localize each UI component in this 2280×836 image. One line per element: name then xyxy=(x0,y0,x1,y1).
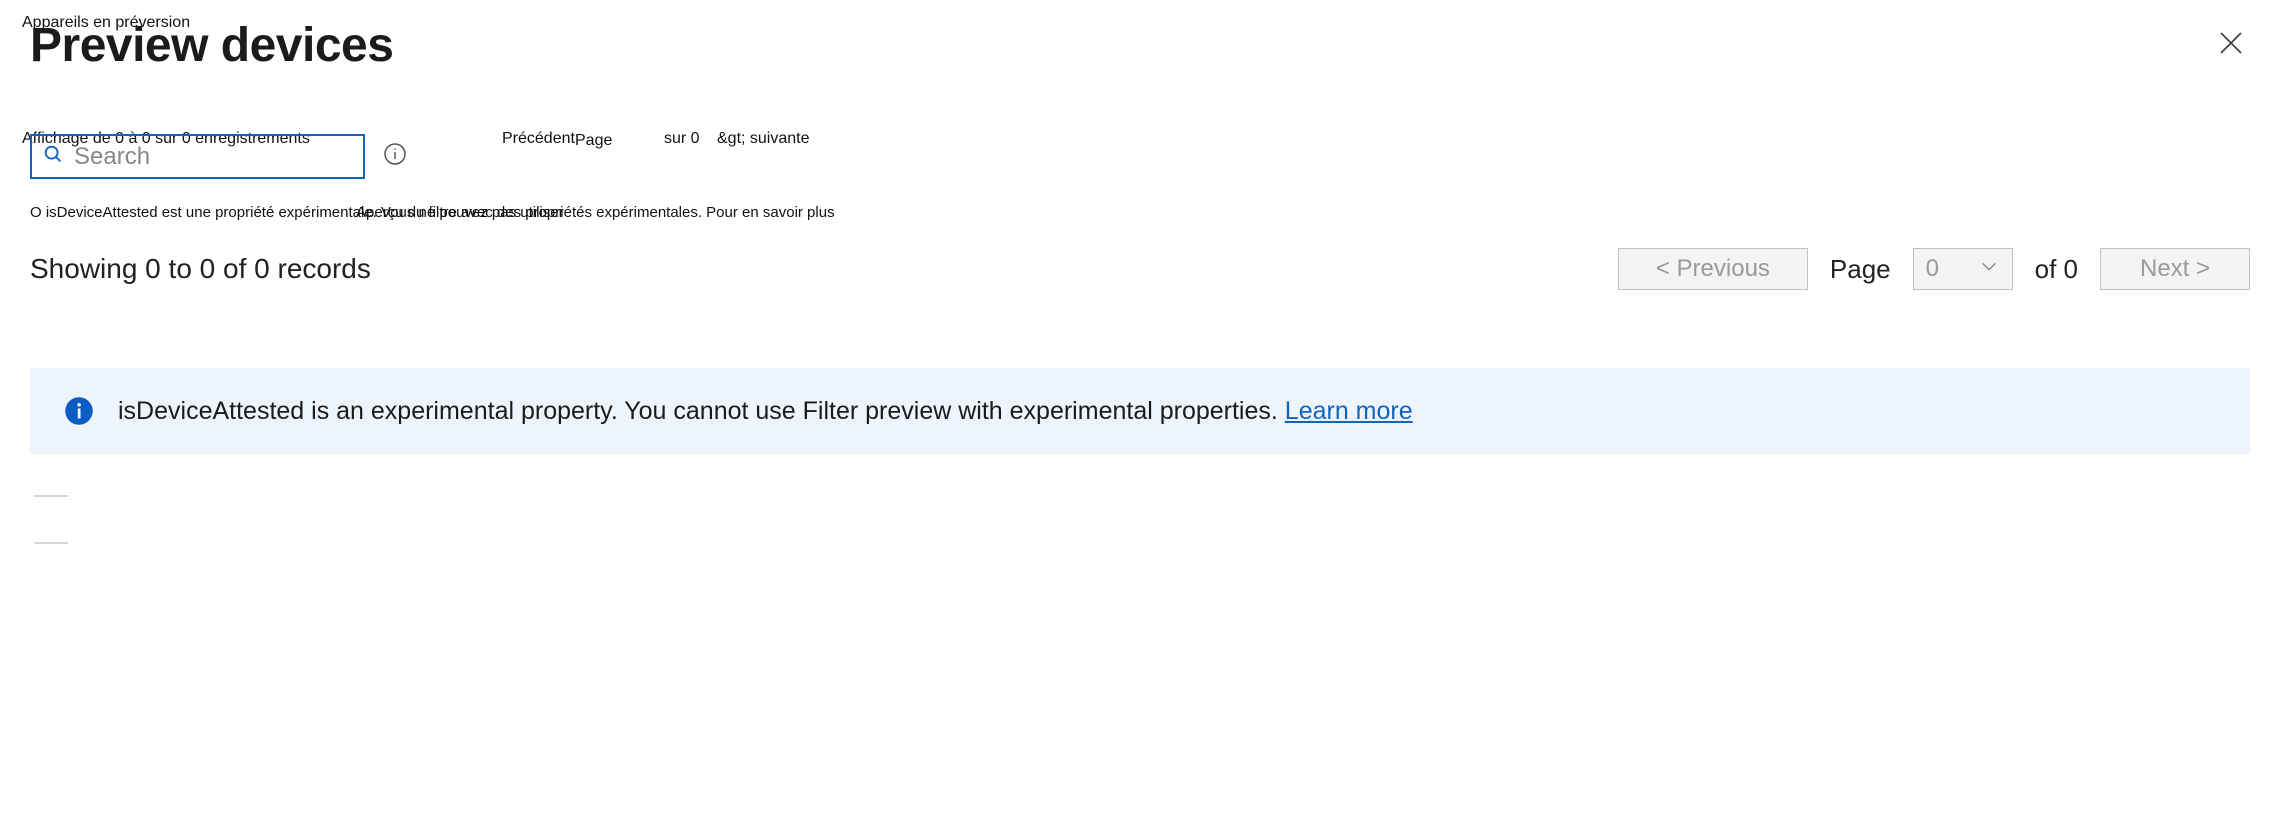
previous-button[interactable]: < Previous xyxy=(1618,248,1808,290)
page-select-value: 0 xyxy=(1926,255,1939,283)
info-banner: isDeviceAttested is an experimental prop… xyxy=(30,368,2250,454)
fr-next-annotation: &gt; suivante xyxy=(717,130,810,148)
info-icon[interactable] xyxy=(383,142,407,171)
page-title: Preview devices xyxy=(30,18,393,73)
records-count: Showing 0 to 0 of 0 records xyxy=(30,253,371,285)
page-label: Page xyxy=(1830,254,1891,285)
info-filled-icon xyxy=(64,396,94,426)
banner-text-wrap: isDeviceAttested is an experimental prop… xyxy=(118,397,1413,426)
records-row: Showing 0 to 0 of 0 records < Previous P… xyxy=(30,248,2250,290)
page-of-label: of 0 xyxy=(2035,254,2078,285)
close-button[interactable] xyxy=(2216,28,2246,58)
close-icon xyxy=(2216,46,2246,61)
next-button[interactable]: Next > xyxy=(2100,248,2250,290)
learn-more-link[interactable]: Learn more xyxy=(1285,397,1413,425)
page-select[interactable]: 0 xyxy=(1913,248,2013,290)
chevron-down-icon xyxy=(1978,255,2000,284)
search-box[interactable] xyxy=(30,134,365,179)
search-icon xyxy=(42,143,64,170)
fr-warn2-text: Aperçu du filtre avec des propriétés exp… xyxy=(356,204,835,221)
fr-page-annotation: Page xyxy=(575,132,612,150)
fr-warn2-annotation: Aperçu du filtre avec des propriétés exp… xyxy=(356,204,835,221)
pager: < Previous Page 0 of 0 Next > xyxy=(1618,248,2250,290)
search-row xyxy=(30,134,407,179)
fr-prev-annotation: Précédent xyxy=(502,130,575,148)
placeholder-bar xyxy=(34,495,68,497)
placeholder-bar xyxy=(34,542,68,544)
fr-of-annotation: sur 0 xyxy=(664,130,700,148)
banner-text: isDeviceAttested is an experimental prop… xyxy=(118,397,1285,425)
search-input[interactable] xyxy=(74,143,384,171)
